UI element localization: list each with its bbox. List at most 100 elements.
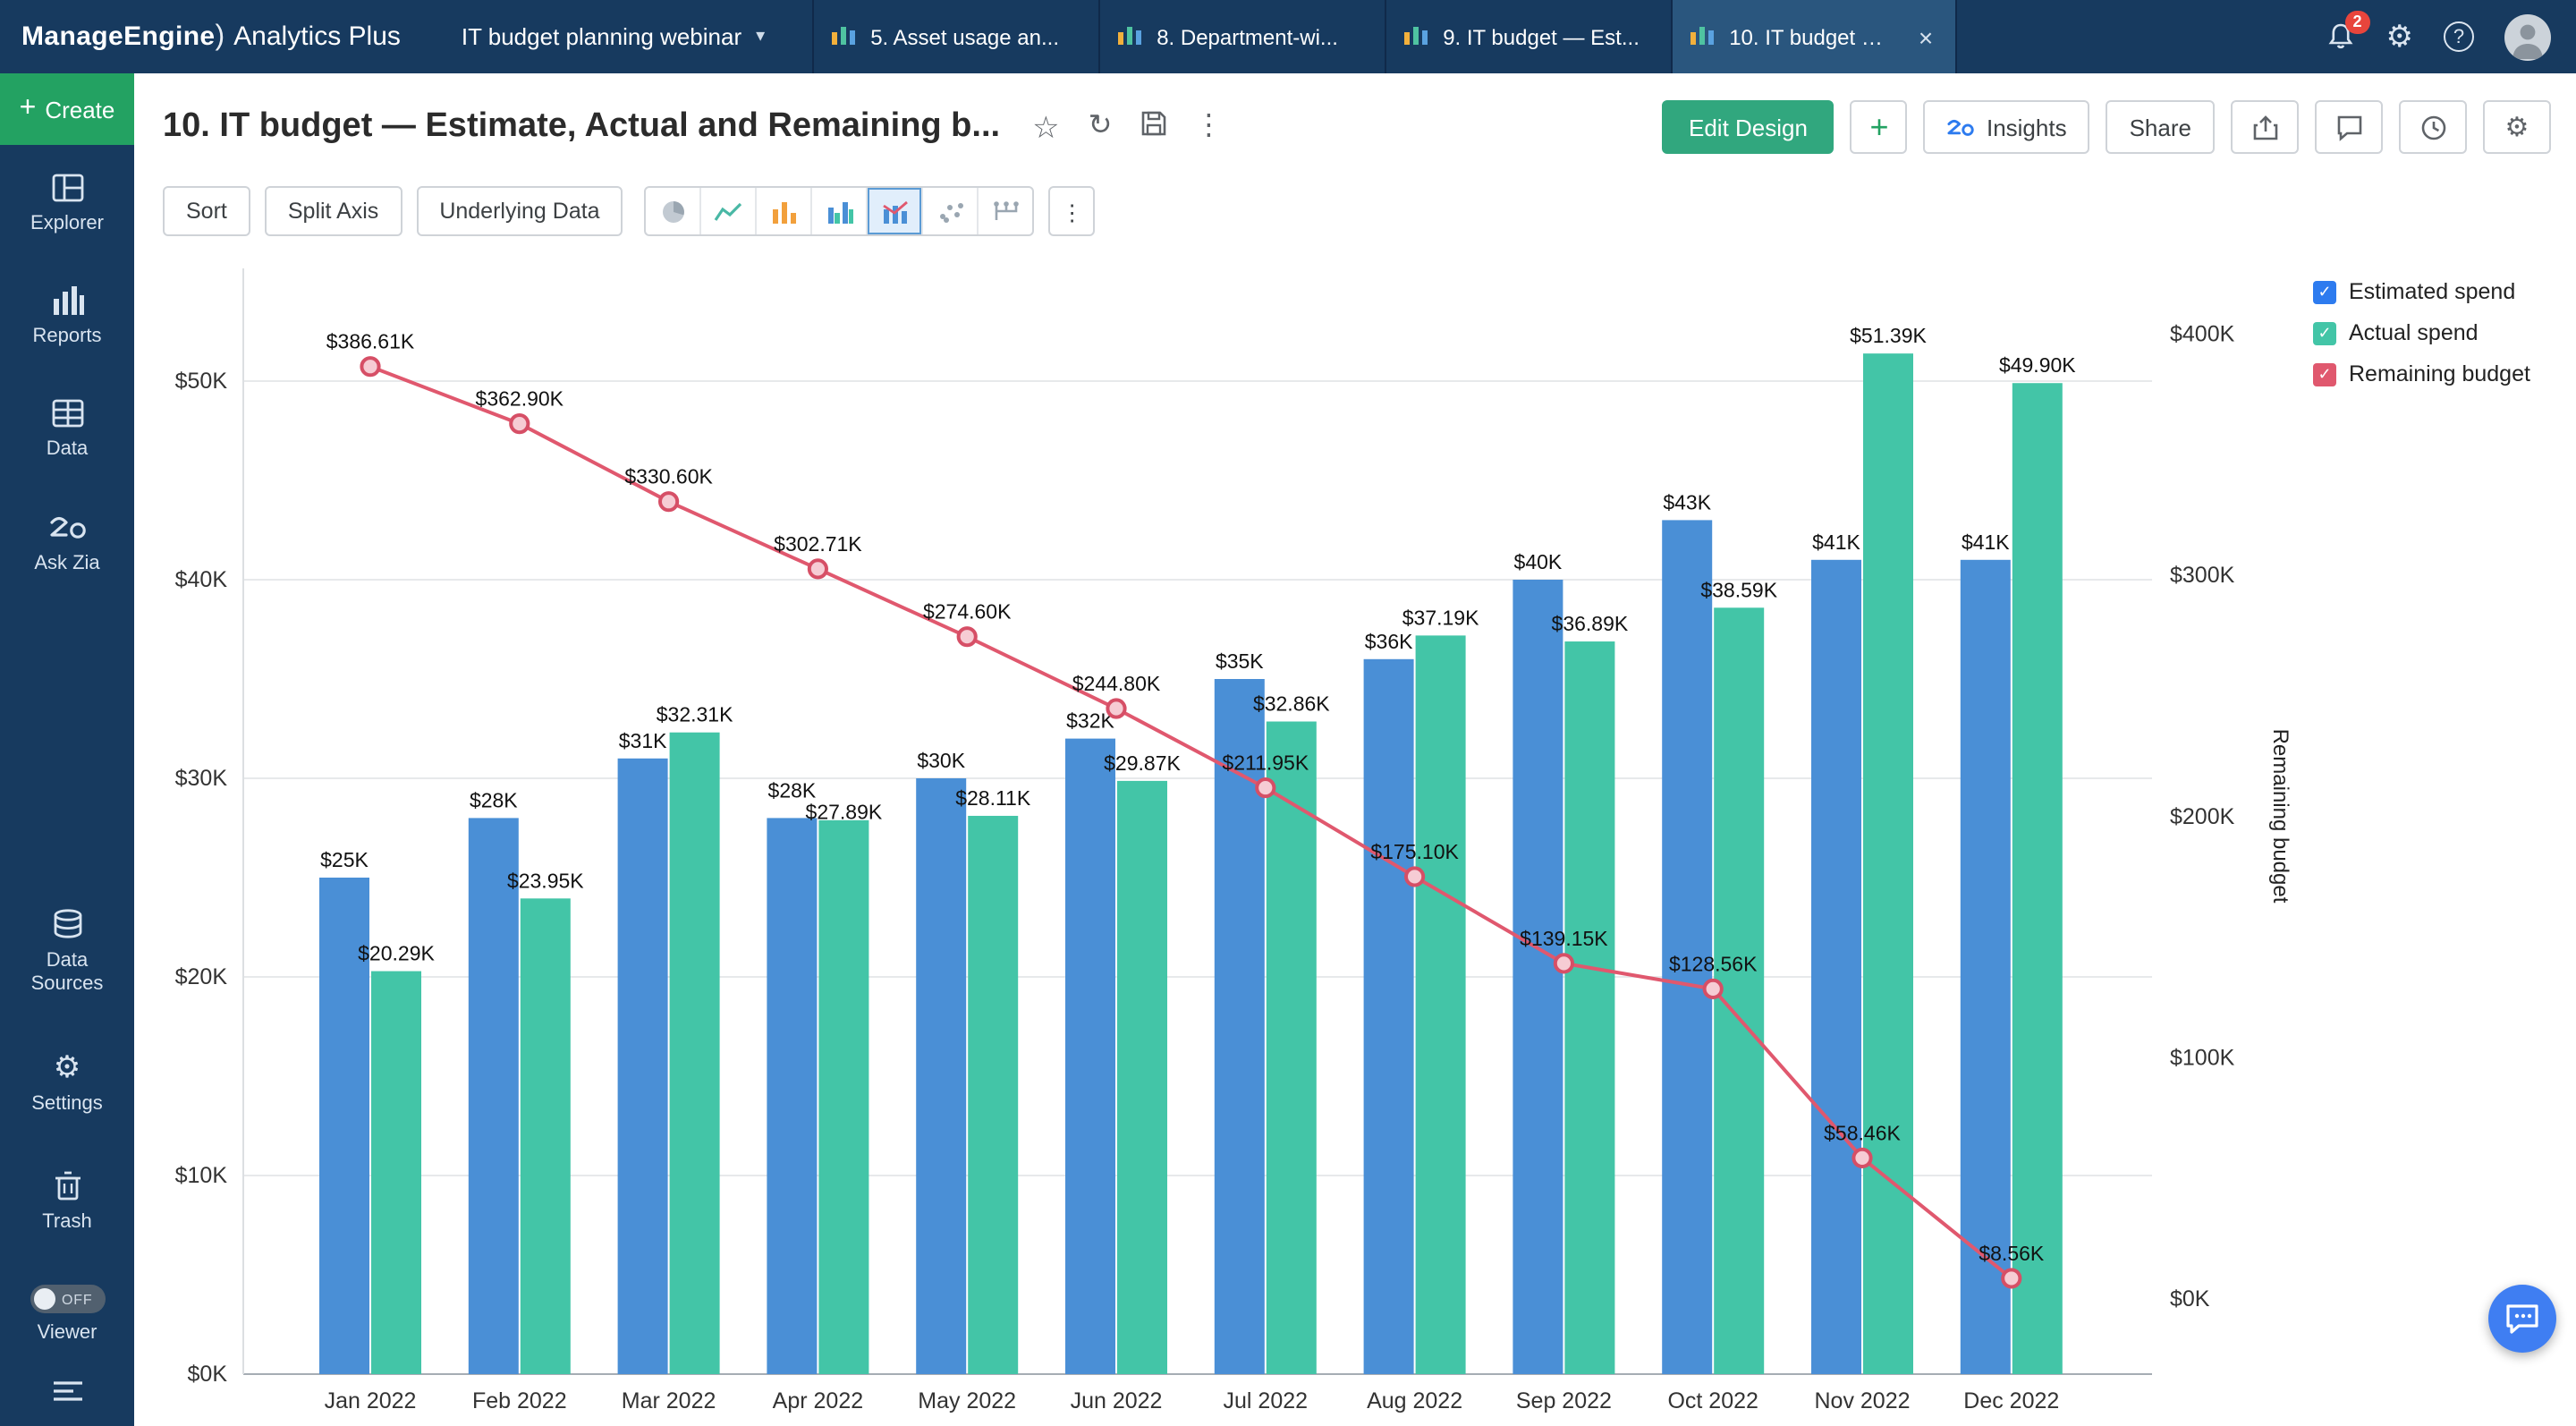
- legend-item-remaining-budget[interactable]: ✓ Remaining budget: [2313, 361, 2530, 386]
- tab-chart-icon: [1403, 23, 1428, 50]
- share-button[interactable]: Share: [2106, 100, 2215, 154]
- sidebar-item-label: Ask Zia: [34, 552, 99, 575]
- sidebar-item-ask-zia[interactable]: Ask Zia: [34, 513, 99, 575]
- legend-checkbox-checked[interactable]: ✓: [2313, 362, 2336, 386]
- tab-close-icon[interactable]: ×: [1915, 22, 1936, 51]
- sidebar-item-label: Trash: [42, 1211, 91, 1235]
- svg-text:$0K: $0K: [2170, 1286, 2210, 1311]
- sidebar-item-data[interactable]: Data: [47, 400, 89, 463]
- svg-text:Jun 2022: Jun 2022: [1071, 1388, 1163, 1413]
- svg-text:Jan 2022: Jan 2022: [325, 1388, 417, 1413]
- page-title: 10. IT budget — Estimate, Actual and Rem…: [163, 107, 1000, 147]
- zia-icon: [47, 513, 87, 541]
- gear-icon: ⚙: [2505, 111, 2529, 143]
- collapse-sidebar-icon[interactable]: [51, 1379, 83, 1412]
- gear-icon[interactable]: ⚙: [2386, 21, 2414, 52]
- report-tab-3[interactable]: 9. IT budget — Est...: [1384, 0, 1670, 73]
- trash-icon: [53, 1170, 81, 1201]
- bar-chart-icon[interactable]: [756, 188, 811, 234]
- plus-icon: +: [20, 93, 37, 125]
- viewer-toggle[interactable]: OFF: [30, 1285, 105, 1313]
- zia-insights-icon: [1947, 115, 1976, 139]
- svg-text:Feb 2022: Feb 2022: [472, 1388, 567, 1413]
- grouped-bar-chart-icon[interactable]: [811, 188, 867, 234]
- chat-bubble-icon: [2504, 1303, 2540, 1335]
- zia-chat-button[interactable]: [2488, 1285, 2556, 1353]
- flow-chart-icon[interactable]: [978, 188, 1033, 234]
- legend-checkbox-checked[interactable]: ✓: [2313, 321, 2336, 344]
- sidebar-item-explorer[interactable]: Explorer: [30, 174, 104, 236]
- tab-label: 5. Asset usage an...: [870, 24, 1080, 49]
- svg-text:Nov 2022: Nov 2022: [1814, 1388, 1910, 1413]
- sidebar: + Create Explorer Reports: [0, 73, 134, 1426]
- viewer-section: OFF Viewer: [30, 1285, 105, 1344]
- chevron-down-icon: ▾: [756, 27, 765, 47]
- history-button[interactable]: [2399, 100, 2467, 154]
- main-content: 10. IT budget — Estimate, Actual and Rem…: [134, 73, 2576, 1426]
- insights-label: Insights: [1987, 114, 2067, 140]
- svg-text:Sep 2022: Sep 2022: [1516, 1388, 1612, 1413]
- save-icon[interactable]: [1140, 111, 1165, 143]
- chart-legend: ✓ Estimated spend ✓ Actual spend ✓ Remai…: [2313, 279, 2530, 386]
- svg-text:$28K: $28K: [470, 788, 518, 811]
- svg-text:Jul 2022: Jul 2022: [1224, 1388, 1309, 1413]
- sidebar-item-label: Settings: [31, 1092, 103, 1116]
- legend-checkbox-checked[interactable]: ✓: [2313, 280, 2336, 303]
- svg-text:$32.31K: $32.31K: [657, 703, 733, 726]
- report-settings-button[interactable]: ⚙: [2483, 100, 2551, 154]
- sort-button[interactable]: Sort: [163, 186, 250, 236]
- report-tab-2[interactable]: 8. Department-wi...: [1097, 0, 1384, 73]
- app-logo: ManageEngine ) Analytics Plus: [21, 21, 401, 53]
- sidebar-item-trash[interactable]: Trash: [42, 1170, 91, 1235]
- comments-button[interactable]: [2315, 100, 2383, 154]
- refresh-icon[interactable]: ↻: [1089, 113, 1113, 141]
- notifications-button[interactable]: 2: [2326, 21, 2356, 52]
- svg-text:$32.86K: $32.86K: [1253, 692, 1330, 716]
- svg-text:$43K: $43K: [1663, 490, 1711, 514]
- user-avatar[interactable]: [2504, 13, 2551, 60]
- svg-text:$200K: $200K: [2170, 804, 2235, 829]
- sidebar-item-settings[interactable]: ⚙ Settings: [31, 1051, 103, 1116]
- legend-item-estimated-spend[interactable]: ✓ Estimated spend: [2313, 279, 2530, 304]
- svg-text:Mar 2022: Mar 2022: [622, 1388, 716, 1413]
- add-button[interactable]: +: [1851, 100, 1908, 154]
- check-icon: ✓: [2318, 282, 2331, 301]
- svg-text:$30K: $30K: [917, 749, 965, 772]
- report-tab-4-active[interactable]: 10. IT budget — E... ×: [1670, 0, 1956, 73]
- svg-text:$8.56K: $8.56K: [1979, 1242, 2045, 1265]
- pie-chart-icon[interactable]: [647, 188, 700, 234]
- chart-toolbar: Sort Split Axis Underlying Data: [163, 181, 2551, 242]
- split-axis-button[interactable]: Split Axis: [265, 186, 402, 236]
- svg-text:$40K: $40K: [175, 567, 228, 592]
- svg-text:Dec 2022: Dec 2022: [1963, 1388, 2059, 1413]
- insights-button[interactable]: Insights: [1924, 100, 2090, 154]
- help-button[interactable]: ?: [2444, 21, 2474, 52]
- line-chart-icon[interactable]: [700, 188, 756, 234]
- settings-gear-icon: ⚙: [54, 1051, 81, 1082]
- combo-chart-icon-selected[interactable]: [867, 188, 922, 234]
- create-label: Create: [45, 96, 114, 123]
- svg-text:$30K: $30K: [175, 766, 228, 791]
- workspace-selector[interactable]: IT budget planning webinar ▾: [462, 23, 765, 50]
- scatter-chart-icon[interactable]: [922, 188, 978, 234]
- create-button[interactable]: + Create: [0, 73, 134, 145]
- more-options-icon[interactable]: ⋮: [1194, 113, 1223, 141]
- toolbar-more-icon[interactable]: ⋮: [1049, 186, 1096, 236]
- brand-product: Analytics Plus: [233, 21, 401, 51]
- underlying-data-button[interactable]: Underlying Data: [416, 186, 623, 236]
- sidebar-item-data-sources[interactable]: Data Sources: [13, 910, 121, 998]
- legend-item-actual-spend[interactable]: ✓ Actual spend: [2313, 320, 2530, 345]
- favorite-star-icon[interactable]: ☆: [1032, 112, 1060, 142]
- report-tab-1[interactable]: 5. Asset usage an...: [811, 0, 1097, 73]
- edit-design-button[interactable]: Edit Design: [1662, 100, 1835, 154]
- export-button[interactable]: [2231, 100, 2299, 154]
- svg-text:$128.56K: $128.56K: [1669, 952, 1758, 975]
- svg-text:$274.60K: $274.60K: [923, 600, 1012, 624]
- svg-text:$40K: $40K: [1514, 550, 1563, 573]
- svg-text:$302.71K: $302.71K: [774, 532, 862, 556]
- sidebar-item-reports[interactable]: Reports: [32, 286, 101, 349]
- combo-chart[interactable]: $0K$10K$20K$30K$40K$50K$0K$100K$200K$300…: [134, 250, 2576, 1426]
- data-sources-icon: [51, 910, 83, 940]
- svg-text:$400K: $400K: [2170, 322, 2235, 347]
- legend-label: Estimated spend: [2349, 279, 2515, 304]
